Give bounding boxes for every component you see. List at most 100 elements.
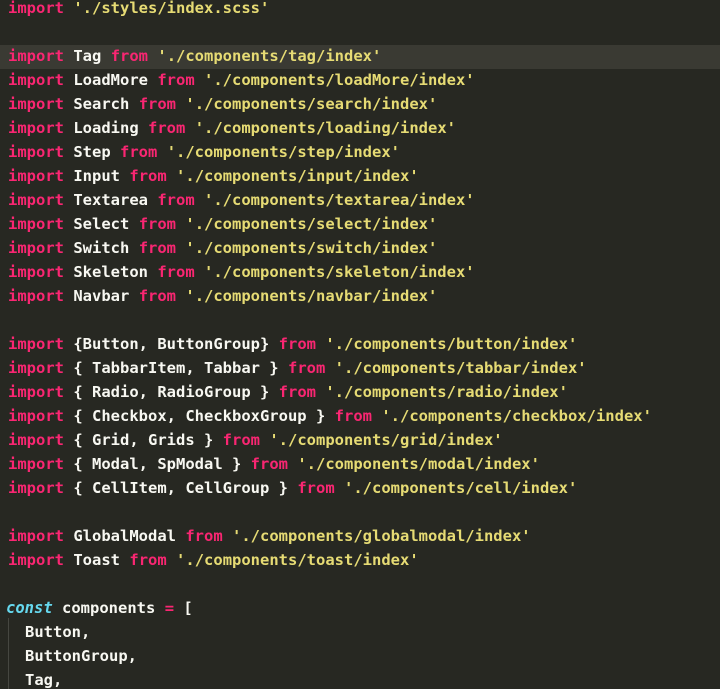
array-item: Button, [25,623,91,641]
module-path-string: './components/modal/index' [297,455,540,473]
module-path-string: './components/checkbox/index' [381,407,652,425]
from-keyword: from [138,215,177,233]
code-line[interactable]: import { CellItem, CellGroup } from './c… [0,477,720,501]
code-line[interactable]: import Loading from './components/loadin… [0,117,720,141]
import-specifier: { Grid, Grids } [73,431,214,449]
import-specifier: Step [73,143,111,161]
code-line[interactable]: import Search from './components/search/… [0,93,720,117]
import-specifier: Input [73,167,121,185]
code-line[interactable]: import Navbar from './components/navbar/… [0,285,720,309]
from-keyword: from [129,551,167,569]
code-line[interactable]: ButtonGroup, [0,645,720,669]
import-specifier: Toast [73,551,121,569]
import-keyword: import [8,335,64,353]
import-specifier: { Modal, SpModal } [73,455,242,473]
array-item: ButtonGroup, [25,647,137,665]
module-path-string: './components/step/index' [166,143,400,161]
from-keyword: from [157,191,195,209]
from-keyword: from [129,167,167,185]
module-path-string: './components/cell/index' [344,479,578,497]
module-path-string: './components/textarea/index' [204,191,475,209]
blank-line[interactable] [0,501,720,525]
module-path-string: './components/select/index' [185,215,438,233]
from-keyword: from [157,263,195,281]
blank-line[interactable] [0,309,720,333]
blank-line[interactable] [0,573,720,597]
code-line[interactable]: const components = [ [0,597,718,621]
code-line[interactable]: import { Checkbox, CheckboxGroup } from … [0,405,720,429]
code-line[interactable]: import GlobalModal from './components/gl… [0,525,720,549]
import-specifier: Select [73,215,130,233]
code-line[interactable]: import { Grid, Grids } from './component… [0,429,720,453]
from-keyword: from [157,71,195,89]
import-keyword: import [8,239,64,257]
code-editor[interactable]: import './styles/index.scss' import Tag … [0,0,720,689]
from-keyword: from [222,431,260,449]
code-line[interactable]: import { Radio, RadioGroup } from './com… [0,381,720,405]
import-specifier: {Button, ButtonGroup} [73,335,270,353]
from-keyword: from [297,479,335,497]
from-keyword: from [110,47,149,65]
import-keyword: import [8,143,64,161]
import-keyword: import [8,551,64,569]
module-path-string: './components/toast/index' [176,551,419,569]
module-path-string: './components/tabbar/index' [334,359,587,377]
code-line[interactable]: import Step from './components/step/inde… [0,141,720,165]
module-path-string: './components/grid/index' [269,431,503,449]
code-line[interactable]: import Switch from './components/switch/… [0,237,720,261]
from-keyword: from [250,455,288,473]
import-keyword: import [8,0,64,17]
import-keyword: import [8,383,64,401]
module-path-string: './components/tag/index' [157,47,382,65]
import-specifier: { TabbarItem, Tabbar } [73,359,279,377]
from-keyword: from [148,119,186,137]
import-specifier: LoadMore [73,71,148,89]
from-keyword: from [288,359,326,377]
const-keyword: const [6,599,53,617]
assign-operator: = [164,599,175,617]
import-keyword: import [8,455,64,473]
module-path-string: './styles/index.scss' [73,0,270,17]
code-line[interactable]: Tag, [0,669,720,689]
array-open-bracket: [ [183,599,193,617]
import-keyword: import [8,167,64,185]
code-line[interactable]: import Skeleton from './components/skele… [0,261,720,285]
import-specifier: { Radio, RadioGroup } [73,383,270,401]
import-keyword: import [8,215,64,233]
from-keyword: from [185,527,223,545]
from-keyword: from [138,239,177,257]
code-line[interactable]: import Select from './components/select/… [0,213,720,237]
import-keyword: import [8,95,64,113]
from-keyword: from [120,143,158,161]
code-line[interactable]: import Textarea from './components/texta… [0,189,720,213]
from-keyword: from [138,95,177,113]
code-line[interactable]: import Toast from './components/toast/in… [0,549,720,573]
import-keyword: import [8,359,64,377]
import-keyword: import [8,431,64,449]
from-keyword: from [278,383,316,401]
import-specifier: { Checkbox, CheckboxGroup } [73,407,326,425]
code-line[interactable]: import Input from './components/input/in… [0,165,720,189]
import-keyword: import [8,119,64,137]
import-keyword: import [8,479,64,497]
import-keyword: import [8,263,64,281]
module-path-string: './components/search/index' [185,95,438,113]
code-line[interactable]: Button, [0,621,720,645]
from-keyword: from [278,335,316,353]
import-keyword: import [8,191,64,209]
module-path-string: './components/globalmodal/index' [232,527,531,545]
code-line[interactable]: import {Button, ButtonGroup} from './com… [0,333,720,357]
import-keyword: import [8,287,64,305]
code-line[interactable]: import { Modal, SpModal } from './compon… [0,453,720,477]
code-line[interactable]: import './styles/index.scss' [0,0,720,21]
code-line[interactable]: import Tag from './components/tag/index' [0,45,720,69]
module-path-string: './components/input/index' [176,167,419,185]
module-path-string: './components/switch/index' [185,239,438,257]
import-specifier: GlobalModal [73,527,176,545]
module-path-string: './components/loadMore/index' [204,71,475,89]
import-keyword: import [8,71,64,89]
code-line[interactable]: import LoadMore from './components/loadM… [0,69,720,93]
code-line[interactable]: import { TabbarItem, Tabbar } from './co… [0,357,720,381]
blank-line[interactable] [0,21,720,45]
import-keyword: import [8,527,64,545]
